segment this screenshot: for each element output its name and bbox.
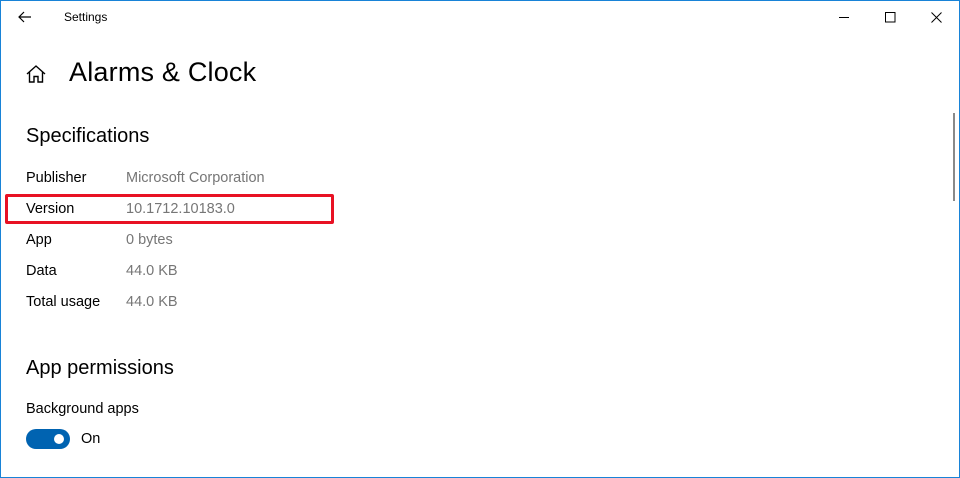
maximize-icon [884, 11, 895, 22]
minimize-icon [838, 16, 849, 18]
settings-window: Settings Alarms & Clock Specifications P… [0, 0, 960, 478]
back-button[interactable] [9, 3, 41, 31]
spec-label: Publisher [26, 170, 87, 186]
title-bar: Settings [1, 1, 959, 33]
page-title: Alarms & Clock [69, 57, 257, 87]
close-icon [930, 11, 942, 23]
maximize-button[interactable] [867, 1, 913, 33]
specifications-heading: Specifications [26, 125, 150, 147]
toggle-state-label: On [81, 431, 101, 447]
spec-value: 44.0 KB [126, 294, 178, 310]
minimize-button[interactable] [821, 1, 867, 33]
background-apps-toggle[interactable] [26, 429, 70, 449]
close-button[interactable] [913, 1, 959, 33]
spec-value: Microsoft Corporation [126, 170, 265, 186]
back-arrow-icon [18, 11, 31, 23]
spec-label: Data [26, 263, 57, 279]
spec-value: 0 bytes [126, 232, 173, 248]
version-highlight-box [5, 194, 334, 224]
window-title: Settings [64, 10, 108, 24]
spec-label: App [26, 232, 52, 248]
vertical-scrollbar[interactable] [953, 113, 955, 201]
spec-label: Total usage [26, 294, 101, 310]
toggle-knob [54, 434, 64, 444]
app-permissions-heading: App permissions [26, 357, 174, 379]
spec-value: 44.0 KB [126, 263, 178, 279]
home-icon[interactable] [25, 63, 47, 85]
background-apps-label: Background apps [26, 401, 139, 417]
